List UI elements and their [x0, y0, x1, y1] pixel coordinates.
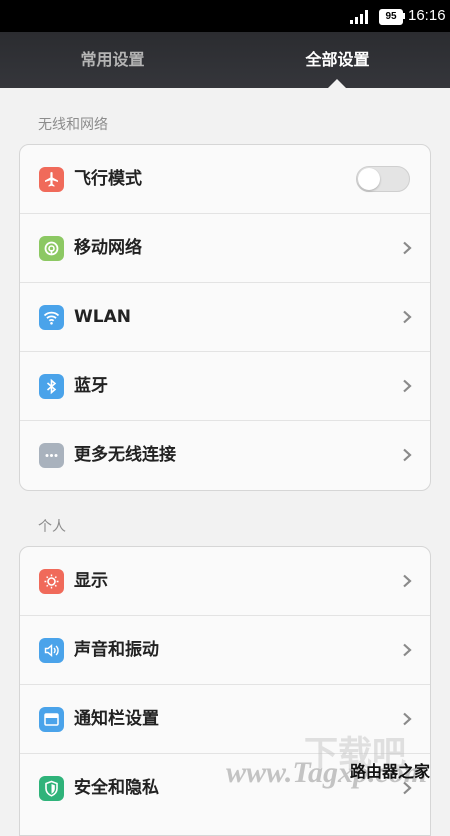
settings-item-label: 飞行模式	[74, 169, 142, 189]
bluetooth-icon	[39, 374, 64, 399]
settings-item-wlan[interactable]: WLAN	[20, 283, 430, 352]
airplane-mode-toggle[interactable]	[356, 166, 410, 192]
settings-item-display[interactable]: 显示	[20, 547, 430, 616]
shield-icon	[39, 776, 64, 801]
chevron-right-icon	[403, 241, 412, 255]
tab-common-settings[interactable]: 常用设置	[0, 32, 225, 88]
settings-item-label: 通知栏设置	[74, 709, 159, 729]
notification-bar-icon	[39, 707, 64, 732]
chevron-right-icon	[403, 574, 412, 588]
settings-item-label: 安全和隐私	[74, 778, 159, 798]
chevron-right-icon	[403, 310, 412, 324]
settings-item-mobile-network[interactable]: 移动网络	[20, 214, 430, 283]
settings-item-airplane-mode[interactable]: 飞行模式	[20, 145, 430, 214]
settings-group-wireless: 飞行模式 移动网络 WLAN 蓝牙 更多无线连接	[19, 144, 431, 491]
settings-group-personal: 显示 声音和振动 通知栏设置 安全和隐私	[19, 546, 431, 836]
battery-icon: 95	[379, 9, 403, 25]
chevron-right-icon	[403, 781, 412, 795]
airplane-icon	[39, 167, 64, 192]
settings-tabs: 常用设置 全部设置	[0, 32, 450, 88]
settings-item-label: 显示	[74, 571, 108, 591]
wifi-icon	[39, 305, 64, 330]
chevron-right-icon	[403, 643, 412, 657]
status-bar: 95 16:16	[0, 0, 450, 32]
settings-item-security-privacy[interactable]: 安全和隐私	[20, 754, 430, 823]
battery-tip	[403, 13, 405, 19]
settings-item-sound[interactable]: 声音和振动	[20, 616, 430, 685]
active-tab-indicator	[328, 79, 346, 88]
section-title-personal: 个人	[38, 519, 66, 535]
settings-item-label: 声音和振动	[74, 640, 159, 660]
sound-icon	[39, 638, 64, 663]
settings-item-label: 蓝牙	[74, 376, 108, 396]
settings-item-bluetooth[interactable]: 蓝牙	[20, 352, 430, 421]
chevron-right-icon	[403, 712, 412, 726]
chevron-right-icon	[403, 379, 412, 393]
more-icon	[39, 443, 64, 468]
signal-strength-icon	[350, 10, 368, 24]
mobile-network-icon	[39, 236, 64, 261]
chevron-right-icon	[403, 448, 412, 462]
section-title-wireless: 无线和网络	[38, 117, 108, 133]
clock: 16:16	[408, 7, 446, 24]
settings-item-more-wireless[interactable]: 更多无线连接	[20, 421, 430, 490]
display-icon	[39, 569, 64, 594]
settings-item-label: 移动网络	[74, 238, 142, 258]
settings-item-label: WLAN	[74, 307, 131, 327]
settings-item-notification-bar[interactable]: 通知栏设置	[20, 685, 430, 754]
toggle-knob	[358, 168, 380, 190]
settings-item-label: 更多无线连接	[74, 445, 176, 465]
